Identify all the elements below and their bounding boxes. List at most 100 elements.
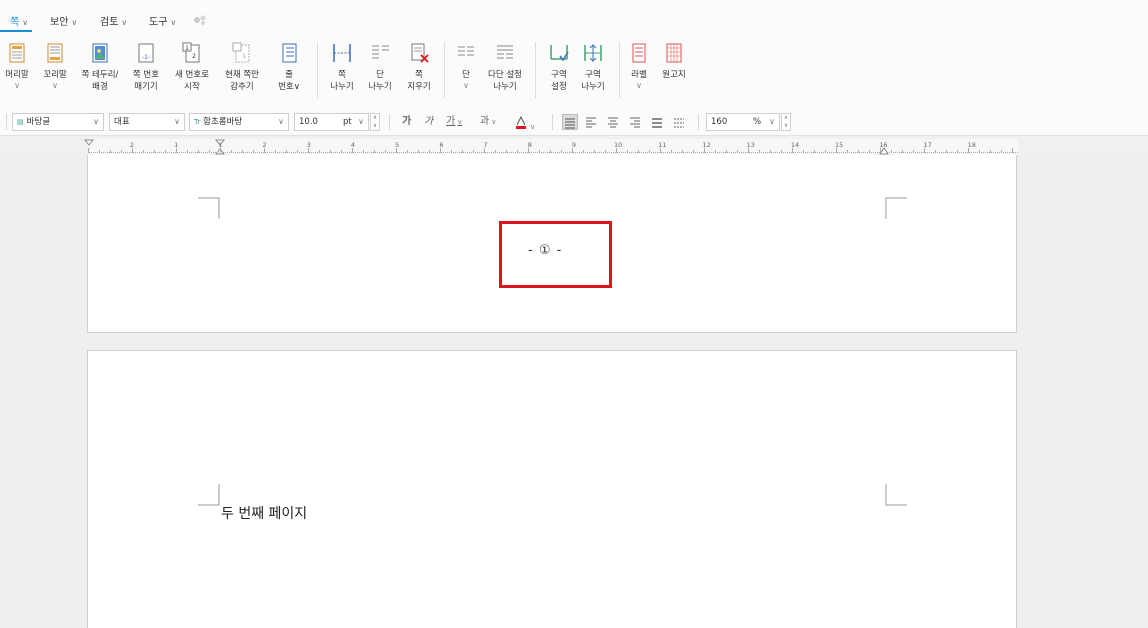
chevron-down-icon: ∨ [52,81,58,90]
tab-page[interactable]: 쪽 ∨ [0,13,33,32]
underline-button[interactable]: 가 ∨ [446,115,462,129]
align-left-button[interactable] [584,114,600,130]
ruler-tick [1001,150,1002,153]
new-number-button[interactable]: 12 새 번호로 시작 [170,42,214,104]
tab-review[interactable]: 검토 ∨ [100,13,127,29]
chevron-down-icon: ∨ [783,122,789,129]
ruler-tick [781,150,782,153]
ruler-tick [253,150,254,153]
column-break-button[interactable]: 단 나누기 [358,42,402,104]
align-justify-button[interactable] [562,114,578,130]
align-center-button[interactable] [606,114,622,130]
align-justify-icon [565,118,575,129]
italic-button[interactable]: 가 [424,115,433,129]
style-icon: ▤ [17,118,24,126]
ruler-tick [132,148,133,153]
manuscript-button[interactable]: 원고지 [652,42,696,104]
toolbar-separator [6,114,7,130]
ruler-tick [1012,148,1013,153]
font-size-spinner[interactable]: ∧ ∨ [370,113,380,131]
ribbon-toolbar: 머리말 ∨ 꼬리말 ∨ 쪽 테두리/ 배경 -1- 쪽 번호 매기기 12 새 … [0,34,1148,108]
ruler-tick [803,150,804,153]
ruler-tick [561,150,562,153]
page-2[interactable]: 두 번째 페이지 [87,350,1017,628]
ruler-tick [957,150,958,153]
chevron-down-icon: ∨ [174,117,180,126]
line-spacing-spinner[interactable]: ∧ ∨ [781,113,791,131]
align-right-button[interactable] [628,114,644,130]
ruler-tick [495,150,496,153]
toolbar-separator [389,114,390,130]
multi-column-button[interactable]: 다단 설정 나누기 [483,42,527,104]
ruler-tick [715,150,716,153]
horizontal-ruler[interactable]: 2 1 1 2 3 4 5 6 7 8 9 10 11 12 13 14 15 16 17 18 [84,139,1018,155]
multi-column-label: 다단 설정 나누기 [488,70,522,92]
tab-tools[interactable]: 도구 ∨ [149,13,176,29]
section-settings-icon [550,45,569,62]
align-split-button[interactable] [672,114,688,130]
ruler-tick [968,148,969,153]
page-body-text[interactable]: 두 번째 페이지 [221,503,307,523]
align-distribute-icon [652,118,662,128]
strikethrough-button[interactable]: 과 ∨ [480,115,496,129]
manuscript-icon [666,43,682,63]
multi-column-icon [497,45,513,59]
ruler-tick [770,150,771,153]
tab-security-label: 보안 [50,17,69,28]
header-icon [9,43,25,63]
svg-text:2: 2 [192,53,196,60]
left-indent-marker-icon[interactable] [84,139,94,149]
ruler-tick [484,148,485,153]
format-toolbar: ▤ 바탕글 ∨ 대표 ∨ Tr 함초롬바탕 ∨ 10.0 pt ∨ ∧ ∨ 가 가 가 ∨ 과… [0,108,1148,136]
ruler-tick [627,150,628,153]
ruler-tick [374,150,375,153]
document-area: - ① - 두 번째 페이지 [0,155,1148,628]
page-1[interactable]: - ① - [87,155,1017,333]
ruler-tick [231,150,232,153]
font-color-button[interactable]: ∨ [514,115,535,131]
tab-review-label: 검토 [100,17,119,28]
line-spacing-value: 160 [711,117,728,127]
ruler-tick [539,150,540,153]
ruler-tick [407,150,408,153]
ruler-tick [704,148,705,153]
hide-page-button[interactable]: 1 현재 쪽만 감추기 [220,42,264,104]
ruler-tick [297,150,298,153]
style-select[interactable]: ▤ 바탕글 ∨ [12,113,104,131]
ruler-tick [825,150,826,153]
ruler-tick [385,150,386,153]
bold-button[interactable]: 가 [402,115,411,129]
page-border-button[interactable]: 쪽 테두리/ 배경 [78,42,122,104]
columns-button[interactable]: 단 ∨ [444,42,488,104]
footer-button[interactable]: 꼬리말 ∨ [33,42,77,104]
highlight-box [499,221,612,288]
chevron-down-icon: ∨ [358,117,364,126]
page-number-icon: -1- [138,43,154,63]
page-border-label: 쪽 테두리/ 배경 [81,70,119,92]
line-number-button[interactable]: 줄 번호∨ [267,42,311,104]
font-select[interactable]: Tr 함초롬바탕 ∨ [189,113,289,131]
section-break-button[interactable]: 구역 나누기 [571,42,615,104]
ruler-tick [187,150,188,153]
ruler-tick [583,150,584,153]
align-distribute-button[interactable] [650,114,666,130]
page-number-button[interactable]: -1- 쪽 번호 매기기 [124,42,168,104]
share-icon[interactable] [193,15,207,25]
tab-security[interactable]: 보안 ∨ [50,13,77,29]
language-value: 대표 [114,117,130,127]
align-center-icon [608,117,618,128]
ruler-tick [286,150,287,153]
delete-page-button[interactable]: 쪽 지우기 [397,42,441,104]
ruler-tick [847,150,848,153]
font-type-icon: Tr [194,118,201,126]
new-number-icon: 12 [182,42,200,63]
ruler-tick [902,150,903,153]
ruler-tick [550,150,551,153]
language-select[interactable]: 대표 ∨ [109,113,185,131]
columns-icon [458,46,474,56]
chevron-down-icon: ∨ [457,118,463,126]
ruler-tick [814,150,815,153]
ruler-tick [528,148,529,153]
font-size-input[interactable]: 10.0 pt ∨ [294,113,369,131]
line-spacing-input[interactable]: 160 % ∨ [706,113,780,131]
